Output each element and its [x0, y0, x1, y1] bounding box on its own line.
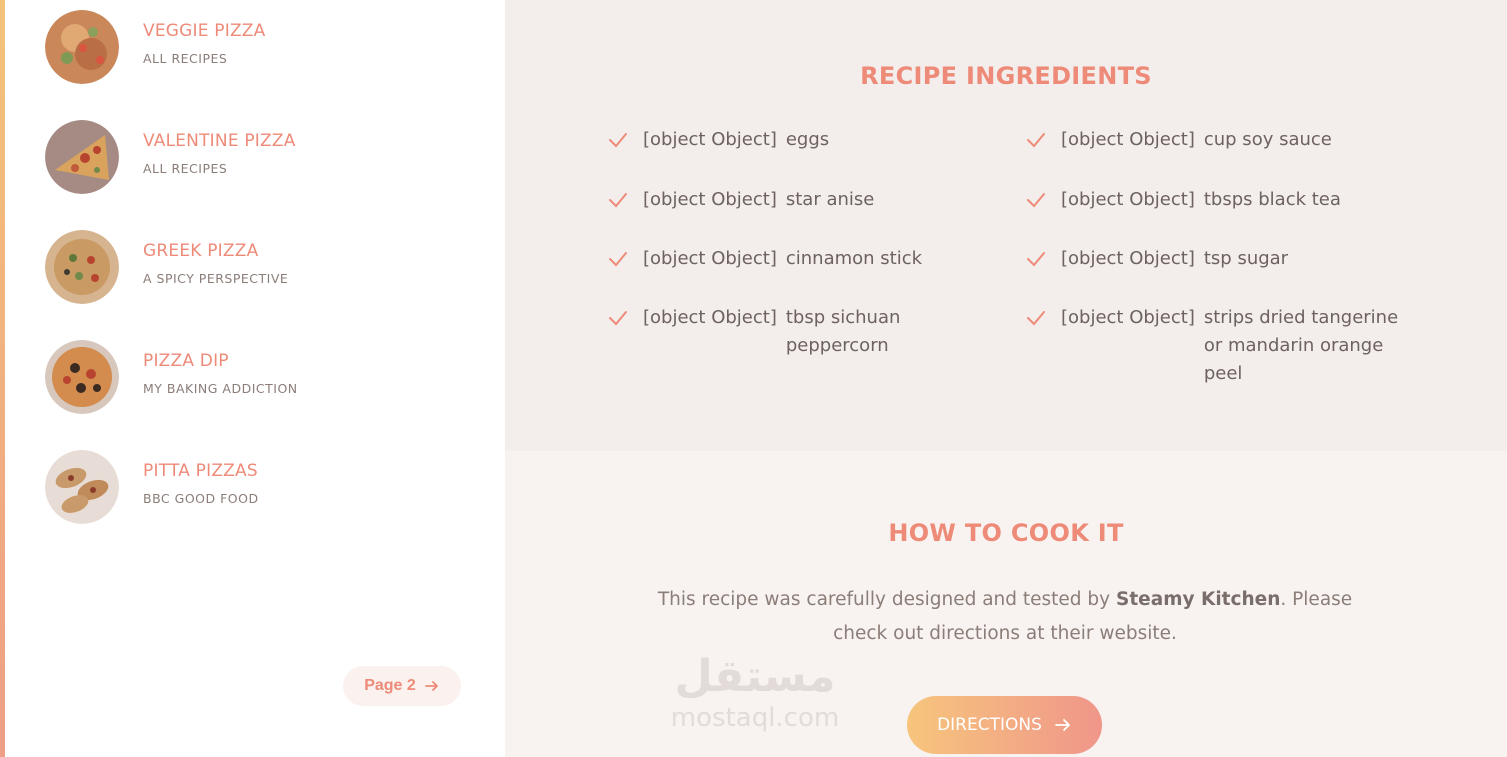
next-page-button[interactable]: Page 2 — [343, 666, 461, 706]
directions-button[interactable]: DIRECTIONS — [907, 696, 1102, 754]
ingredient-name: eggs — [785, 129, 830, 150]
watermark-logo: مستقل mostaql.com — [660, 651, 850, 746]
recipe-thumbnail[interactable] — [45, 340, 119, 414]
arrow-right-icon — [1055, 719, 1070, 731]
check-icon — [609, 193, 627, 208]
recipe-thumbnail[interactable] — [45, 120, 119, 194]
recipe-thumbnail[interactable] — [45, 450, 119, 524]
recipe-item-pizza-dip[interactable]: PIZZA DIP MY BAKING ADDICTION — [45, 340, 465, 414]
ingredient-item: [object Object] eggs — [607, 126, 991, 154]
ingredient-item: [object Object] cinnamon stick — [607, 245, 991, 273]
recipe-item-valentine-pizza[interactable]: VALENTINE PIZZA ALL RECIPES — [45, 120, 465, 194]
ingredient-item: [object Object] strips dried tangerine o… — [1025, 304, 1409, 388]
recipe-title[interactable]: GREEK PIZZA — [143, 241, 288, 261]
watermark-arabic: مستقل — [674, 651, 836, 702]
recipe-source: ALL RECIPES — [143, 160, 228, 176]
recipe-item-greek-pizza[interactable]: GREEK PIZZA A SPICY PERSPECTIVE — [45, 230, 465, 304]
ingredient-name: tbsps black tea — [1203, 189, 1341, 210]
recipe-title[interactable]: PIZZA DIP — [143, 351, 298, 371]
directions-button-label: DIRECTIONS — [937, 715, 1042, 735]
ingredient-amount: [object Object] — [643, 129, 777, 150]
check-icon — [1027, 193, 1045, 208]
ingredient-amount: [object Object] — [643, 189, 777, 210]
how-to-cook-heading: HOW TO COOK IT — [888, 519, 1124, 547]
ingredients-section: RECIPE INGREDIENTS [object Object] eggs … — [505, 0, 1507, 451]
check-icon — [1027, 311, 1045, 326]
ingredient-name: cinnamon stick — [785, 248, 923, 269]
check-icon — [609, 311, 627, 326]
recipe-title[interactable]: PITTA PIZZAS — [143, 461, 259, 481]
check-icon — [1027, 252, 1045, 267]
ingredient-name: cup soy sauce — [1203, 129, 1332, 150]
ingredient-name: star anise — [785, 189, 875, 210]
recipe-author: Steamy Kitchen — [1116, 589, 1281, 610]
ingredient-item: [object Object] star anise — [607, 186, 991, 214]
how-to-cook-section: HOW TO COOK IT This recipe was carefully… — [505, 451, 1507, 757]
arrow-right-icon — [424, 681, 438, 691]
page-button-label: Page 2 — [364, 677, 416, 694]
recipe-sidebar: VEGGIE PIZZA ALL RECIPES VALENTINE PIZZA… — [5, 0, 505, 757]
ingredient-amount: [object Object] — [1061, 307, 1195, 328]
recipe-item-veggie-pizza[interactable]: VEGGIE PIZZA ALL RECIPES — [45, 10, 465, 84]
ingredient-name: tbsp sichuan peppercorn — [785, 307, 901, 356]
cook-description: This recipe was carefully designed and t… — [645, 583, 1365, 651]
recipe-item-pitta-pizzas[interactable]: PITTA PIZZAS BBC GOOD FOOD — [45, 450, 465, 524]
recipe-source: ALL RECIPES — [143, 50, 228, 66]
recipe-title[interactable]: VEGGIE PIZZA — [143, 21, 265, 41]
ingredient-name: tsp sugar — [1203, 248, 1289, 269]
recipe-thumbnail[interactable] — [45, 10, 119, 84]
check-icon — [609, 252, 627, 267]
recipe-source: A SPICY PERSPECTIVE — [143, 270, 289, 286]
check-icon — [1027, 133, 1045, 148]
ingredient-item: [object Object] tbsp sichuan peppercorn — [607, 304, 991, 360]
recipe-source: MY BAKING ADDICTION — [143, 380, 298, 396]
recipe-source: BBC GOOD FOOD — [143, 490, 259, 506]
watermark-latin: mostaql.com — [670, 703, 840, 733]
ingredient-item: [object Object] cup soy sauce — [1025, 126, 1409, 154]
ingredient-name: strips dried tangerine or mandarin orang… — [1203, 307, 1399, 384]
ingredient-item: [object Object] tbsps black tea — [1025, 186, 1409, 214]
ingredient-amount: [object Object] — [643, 307, 777, 328]
recipe-thumbnail[interactable] — [45, 230, 119, 304]
recipe-title[interactable]: VALENTINE PIZZA — [143, 131, 296, 151]
check-icon — [609, 133, 627, 148]
ingredient-amount: [object Object] — [1061, 129, 1195, 150]
cook-text-before: This recipe was carefully designed and t… — [657, 589, 1117, 610]
ingredient-item: [object Object] tsp sugar — [1025, 245, 1409, 273]
ingredient-amount: [object Object] — [1061, 248, 1195, 269]
ingredient-amount: [object Object] — [1061, 189, 1195, 210]
ingredients-heading: RECIPE INGREDIENTS — [860, 62, 1152, 90]
ingredient-amount: [object Object] — [643, 248, 777, 269]
